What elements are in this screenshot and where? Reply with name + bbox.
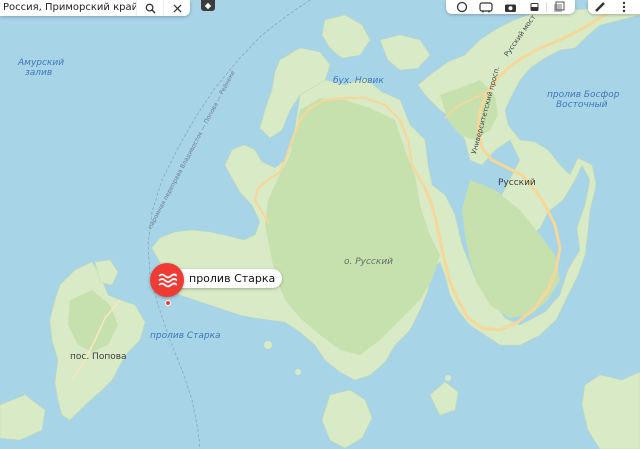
traffic-icon[interactable]: [450, 1, 474, 14]
label-russky-island: о. Русский: [344, 257, 394, 267]
selected-place-marker[interactable]: [150, 263, 184, 297]
close-icon[interactable]: [163, 0, 190, 16]
search-input[interactable]: Россия, Приморский край, пролив Старка: [0, 1, 136, 15]
route-icon[interactable]: [201, 0, 215, 11]
label-starka-strait: пролив Старка: [150, 331, 221, 341]
label-bosphorus-2: Восточный: [556, 100, 608, 110]
map-toolbar-secondary: [588, 0, 640, 14]
panorama-camera-icon[interactable]: [498, 1, 522, 14]
ruler-icon[interactable]: [588, 1, 612, 14]
label-novik-bay: бух. Новик: [333, 76, 384, 86]
search-bar[interactable]: Россия, Приморский край, пролив Старка: [0, 0, 190, 16]
label-popova-village[interactable]: пос. Попова: [70, 352, 127, 363]
search-icon[interactable]: [136, 0, 163, 16]
label-amur-bay-2: залив: [25, 68, 53, 78]
transit-icon[interactable]: [474, 1, 498, 14]
label-russky-village[interactable]: Русский: [498, 178, 536, 189]
map-toolbar: [446, 0, 575, 14]
more-icon[interactable]: [612, 1, 636, 14]
layers-icon[interactable]: [547, 1, 571, 14]
bus-icon[interactable]: [522, 1, 546, 14]
marker-point: [165, 300, 171, 306]
map-canvas[interactable]: [0, 0, 640, 449]
water-waves-icon: [158, 273, 177, 288]
